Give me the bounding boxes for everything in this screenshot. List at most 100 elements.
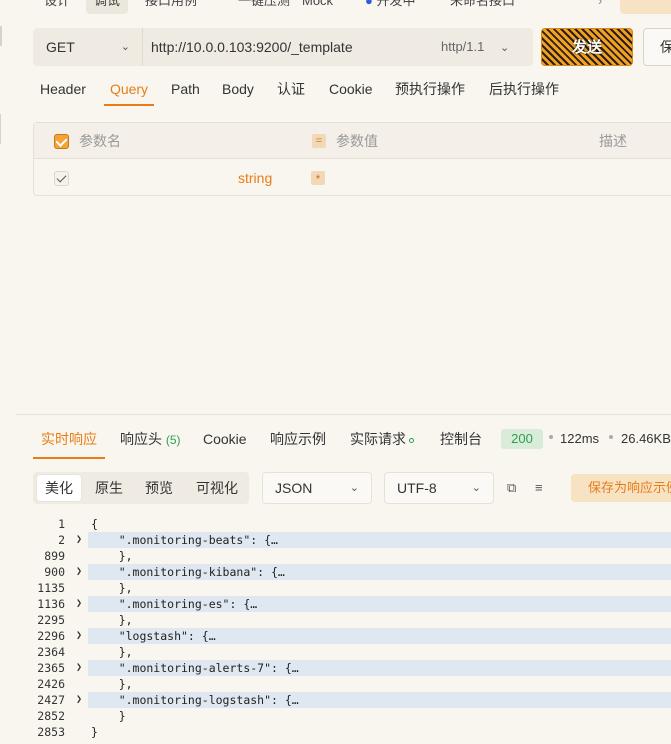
params-header-row: 参数名 = 参数值 描述 [34, 123, 671, 159]
tab-cookie[interactable]: Cookie [329, 76, 373, 106]
left-edge-mark [0, 114, 1, 144]
code-line: 1136 ❯ ".monitoring-es": {… [0, 596, 671, 612]
code-line: 1135 }, [0, 580, 671, 596]
tab-auth[interactable]: 认证 [277, 76, 305, 106]
http-version-select[interactable]: http/1.1 ⌄ [441, 28, 509, 67]
tab-response-example[interactable]: 响应示例 [270, 426, 326, 459]
send-button[interactable]: 发送 [541, 28, 633, 66]
chevron-down-icon: ⌄ [120, 41, 130, 53]
tab-load-test[interactable]: 一键压测 [238, 0, 290, 14]
endpoint-name[interactable]: 未命名接口 [450, 0, 515, 14]
view-raw[interactable]: 原生 [87, 475, 131, 501]
code-text: }, [91, 613, 133, 627]
method-select[interactable]: GET ⌄ [33, 28, 143, 66]
line-number: 2295 [37, 613, 65, 627]
line-number: 1136 [37, 597, 65, 611]
status-badge: 200 [501, 429, 543, 449]
code-line: 2364 }, [0, 644, 671, 660]
line-number: 900 [44, 565, 65, 579]
table-row: string * [34, 160, 671, 196]
tab-debug[interactable]: 调试 [86, 0, 129, 14]
select-all-checkbox[interactable] [54, 134, 69, 149]
tab-test-cases[interactable]: 接口用例 [145, 0, 197, 14]
left-edge-mark [0, 26, 2, 46]
code-text: }, [91, 581, 133, 595]
status-dot-icon: ● [365, 0, 373, 8]
copy-icon[interactable]: ⧉ [507, 481, 521, 495]
wrap-lines-icon[interactable]: ≡ [535, 481, 549, 495]
request-bar: GET ⌄ http://10.0.0.103:9200/_template h… [33, 28, 533, 66]
code-text: }, [91, 645, 133, 659]
line-number: 899 [44, 549, 65, 563]
response-size: 26.46KB [621, 431, 671, 446]
request-tabs: Header Query Path Body 认证 Cookie 预执行操作 后… [0, 76, 671, 106]
view-preview[interactable]: 预览 [137, 475, 181, 501]
code-text: ".monitoring-es": {… [91, 597, 258, 611]
line-number: 2852 [37, 709, 65, 723]
chevron-down-icon: ⌄ [349, 482, 359, 494]
status-dot-icon [409, 437, 414, 443]
tab-query[interactable]: Query [104, 76, 154, 106]
save-button[interactable]: 保存 [643, 28, 671, 66]
view-pretty[interactable]: 美化 [37, 475, 81, 501]
line-number: 2426 [37, 677, 65, 691]
expand-chevron-icon[interactable]: ❯ [76, 660, 82, 676]
tab-path[interactable]: Path [171, 76, 200, 106]
response-time: 122ms [560, 431, 600, 446]
tab-console[interactable]: 控制台 [440, 426, 482, 459]
line-number: 2853 [37, 725, 65, 739]
column-param-value: 参数值 [336, 133, 378, 149]
tab-realtime-response[interactable]: 实时响应 [33, 426, 105, 459]
tab-body[interactable]: Body [222, 76, 254, 106]
code-line: 2427 ❯ ".monitoring-logstash": {… [0, 692, 671, 708]
line-number: 2364 [37, 645, 65, 659]
code-line: 2853} [0, 724, 671, 740]
param-type[interactable]: string [238, 160, 272, 196]
expand-chevron-icon[interactable]: ❯ [76, 596, 82, 612]
tab-mock[interactable]: Mock [302, 0, 333, 14]
code-line: 900 ❯ ".monitoring-kibana": {… [0, 564, 671, 580]
view-mode-toggle: 美化 原生 预览 可视化 [33, 472, 249, 504]
save-as-example-button[interactable]: 保存为响应示例 [571, 474, 671, 502]
view-visualize[interactable]: 可视化 [189, 475, 245, 501]
expand-chevron-icon[interactable]: ❯ [76, 628, 82, 644]
expand-chevron-icon[interactable]: ❯ [76, 564, 82, 580]
code-text: } [91, 725, 98, 739]
panel-divider[interactable] [16, 414, 671, 415]
tab-header[interactable]: Header [40, 76, 86, 106]
code-text: } [91, 709, 126, 723]
status-dropdown[interactable]: ● 开发中 [365, 0, 416, 14]
line-number: 2365 [37, 661, 65, 675]
code-line: 1{ [0, 516, 671, 532]
share-button[interactable] [620, 0, 671, 14]
tab-pre-request[interactable]: 预执行操作 [395, 76, 465, 106]
format-select[interactable]: JSON ⌄ [262, 472, 372, 504]
tab-post-request[interactable]: 后执行操作 [489, 76, 559, 106]
separator-dot [609, 435, 613, 439]
tab-design[interactable]: 设计 [44, 0, 70, 14]
bulk-edit-icon[interactable]: = [312, 134, 326, 148]
tab-actual-request[interactable]: 实际请求 [350, 426, 414, 459]
code-text: "logstash": {… [91, 629, 216, 643]
line-number: 1135 [37, 581, 65, 595]
tab-response-headers[interactable]: 响应头 (5) [120, 426, 181, 459]
code-text: { [91, 517, 98, 531]
tab-response-cookie[interactable]: Cookie [203, 426, 247, 459]
separator-dot [549, 435, 553, 439]
expand-chevron-icon[interactable]: ❯ [76, 532, 82, 548]
url-input[interactable]: http://10.0.0.103:9200/_template [151, 28, 353, 66]
chevron-down-icon: ⌄ [500, 42, 510, 54]
code-line: 2 ❯ ".monitoring-beats": {… [0, 532, 671, 548]
row-checkbox[interactable] [54, 171, 69, 186]
chevron-down-icon: ⌄ [471, 482, 481, 494]
encoding-select[interactable]: UTF-8 ⌄ [384, 472, 494, 504]
response-body-viewer[interactable]: 1{2 ❯ ".monitoring-beats": {… 899 }, 900 ❯ "… [0, 516, 671, 744]
code-text: ".monitoring-alerts-7": {… [91, 661, 299, 675]
top-tab-strip: 设计 调试 接口用例 一键压测 Mock ● 开发中 未命名接口 › [0, 0, 671, 14]
required-icon: * [311, 171, 325, 186]
expand-chevron-icon[interactable]: ❯ [76, 692, 82, 708]
code-text: }, [91, 549, 133, 563]
column-param-name: 参数名 [79, 133, 121, 149]
column-description: 描述 [599, 133, 627, 149]
code-line: 2852 } [0, 708, 671, 724]
